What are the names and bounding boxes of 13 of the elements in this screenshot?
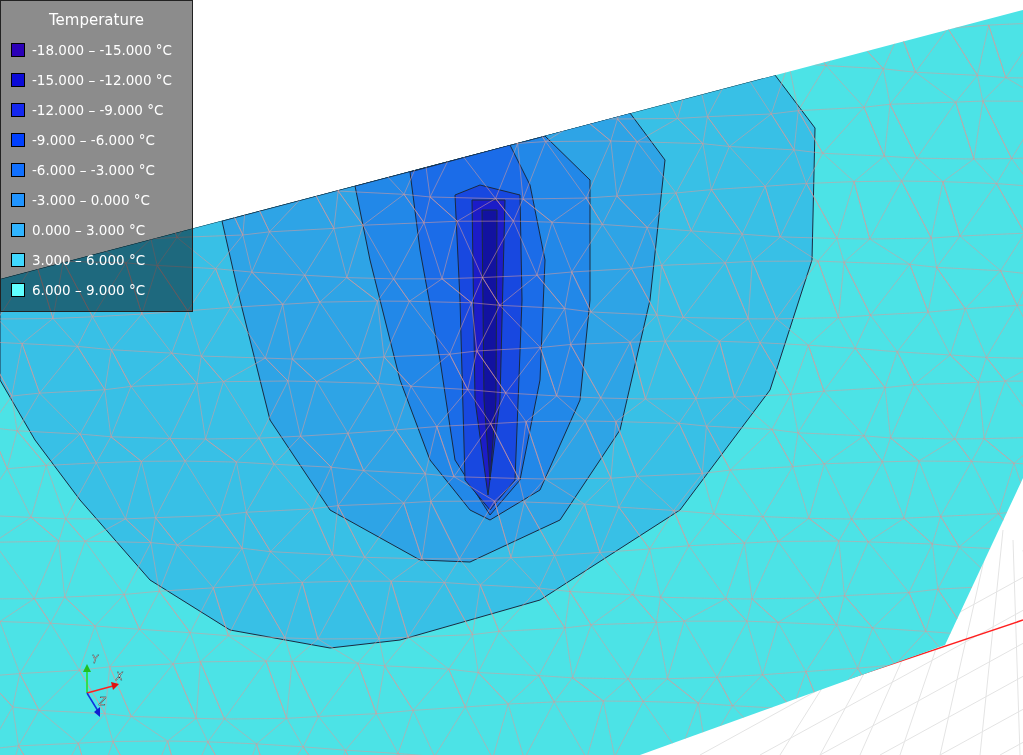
legend-label: -12.000 – -9.000 °C [32, 102, 164, 118]
legend-label: -15.000 – -12.000 °C [32, 72, 173, 88]
axis-y-label: Y [92, 654, 99, 665]
legend-label: -18.000 – -15.000 °C [32, 42, 173, 58]
legend-label: -6.000 – -3.000 °C [32, 162, 155, 178]
axis-x-label: X [116, 671, 123, 682]
axis-z-label: Z [99, 696, 106, 707]
legend-title: Temperature [48, 11, 145, 29]
legend-label: 0.000 – 3.000 °C [32, 222, 146, 238]
legend-label: 3.000 – 6.000 °C [32, 252, 146, 268]
legend-label: -3.000 – 0.000 °C [32, 192, 150, 208]
legend-label: -9.000 – -6.000 °C [32, 132, 155, 148]
legend-label: 6.000 – 9.000 °C [32, 282, 146, 298]
